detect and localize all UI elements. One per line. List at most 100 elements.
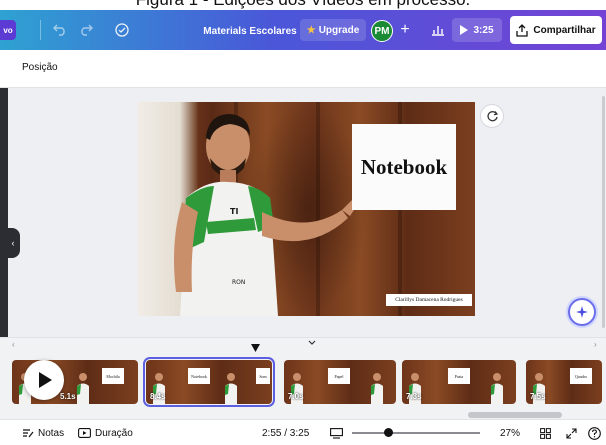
fit-screen-button[interactable] [330, 420, 347, 445]
thumbnail-card: Notebook [188, 368, 210, 384]
zoom-level-text: 27% [500, 427, 521, 439]
thumbnail-card-text: Mochila [106, 373, 120, 379]
invite-button[interactable]: + [396, 20, 414, 40]
avatar[interactable]: PM [371, 20, 393, 42]
clip-duration: 7.0s [288, 392, 304, 401]
thumbnail-card-text: Quadro [575, 373, 587, 379]
canvas-area: ‹ TI RON Notebook Clarillys Damacena Rod… [0, 88, 606, 337]
zoom-level[interactable]: 27% [500, 420, 520, 445]
present-play-button[interactable]: 3:25 [452, 18, 502, 42]
upgrade-button[interactable]: ★ Upgrade [300, 19, 366, 41]
thumbnail-card: Som [256, 368, 270, 384]
home-menu-label: vo [3, 25, 13, 35]
plus-icon: + [400, 21, 410, 38]
thumbnail-card: Pasta [448, 368, 470, 384]
thumbnail-card: Quadro [570, 368, 592, 384]
editor-window: Figura 1 - Edições dos Vídeos em process… [0, 0, 606, 445]
notes-icon [23, 429, 34, 438]
sparkle-icon [576, 306, 588, 318]
play-icon [460, 25, 469, 35]
clip-duration: 8.4s [150, 392, 166, 401]
redo-icon [81, 24, 93, 36]
bottom-bar: Notas Duração 2:55 / 3:25 27% [0, 419, 606, 445]
notebook-card[interactable]: Notebook [352, 124, 456, 210]
screen-icon [330, 427, 343, 439]
canvas-scrollbar[interactable] [602, 96, 605, 328]
slide-canvas[interactable]: TI RON Notebook Clarillys Damacena Rodri… [138, 102, 475, 316]
jersey-text: TI [230, 207, 238, 216]
help-icon [588, 426, 601, 440]
video-play-icon [78, 428, 91, 438]
chevron-left-icon: ‹ [11, 238, 15, 248]
thumbnail-card-text: Pasta [454, 373, 464, 379]
duration-button[interactable]: Duração [78, 420, 133, 445]
crown-icon: ★ [306, 24, 316, 36]
share-label: Compartilhar [533, 24, 596, 36]
help-button[interactable] [588, 420, 605, 445]
fullscreen-button[interactable] [566, 420, 581, 445]
timeline-play-button[interactable] [24, 360, 64, 400]
insights-button[interactable] [424, 18, 452, 42]
undo-button[interactable] [50, 20, 70, 40]
side-panel-edge [0, 88, 8, 337]
notes-label: Notas [38, 427, 65, 439]
thumbnail-card-text: Som [259, 373, 267, 379]
grid-view-button[interactable] [540, 420, 555, 445]
timeline-clip[interactable]: Pasta 7.3s [402, 360, 516, 404]
position-button[interactable]: Posição [22, 62, 58, 73]
upgrade-label: Upgrade [318, 24, 360, 36]
document-title[interactable]: Materials Escolares [190, 22, 310, 40]
person-thumbnail [491, 373, 503, 404]
clip-duration: 7.3s [406, 392, 422, 401]
notebook-card-text: Notebook [360, 154, 448, 179]
figure-caption: Figura 1 - Edições dos Vídeos em process… [0, 0, 606, 10]
scroll-right-icon[interactable]: › [594, 340, 597, 349]
timeline-clip-selected[interactable]: Notebook Som 8.4s [143, 357, 275, 407]
jersey-text-lower: RON [232, 279, 245, 286]
zoom-slider-track[interactable] [352, 428, 480, 437]
top-bar: vo Materials Escolares ★ Upgrade PM + 3:… [0, 10, 606, 50]
expand-icon [566, 427, 577, 439]
redo-button[interactable] [76, 20, 96, 40]
share-button[interactable]: Compartilhar [510, 16, 602, 44]
zoom-slider-knob[interactable] [384, 428, 393, 437]
undo-icon [53, 24, 65, 36]
toolbar-divider [40, 20, 41, 40]
zoom-slider[interactable] [352, 420, 480, 445]
notes-button[interactable]: Notas [22, 420, 64, 445]
person-thumbnail [371, 373, 383, 404]
playhead-marker[interactable] [251, 344, 260, 352]
person-thumbnail [77, 373, 89, 404]
avatar-initials: PM [374, 25, 390, 37]
document-title-text: Materials Escolares [203, 25, 297, 37]
person-thumbnail [225, 373, 237, 404]
timeline-scrollbar-thumb[interactable] [468, 412, 562, 418]
playback-time: 2:55 / 3:25 [262, 420, 309, 445]
magic-assistant-button[interactable] [568, 298, 596, 326]
save-status-button[interactable] [112, 20, 132, 40]
thumbnail-card: Papel [328, 368, 350, 384]
stats-icon [432, 26, 444, 36]
playback-time-text: 2:55 / 3:25 [262, 427, 310, 439]
rotate-icon [486, 110, 498, 121]
collapse-timeline-button[interactable] [300, 336, 324, 348]
credit-text: Clarillys Damacena Rodrigues [395, 297, 463, 303]
thumbnail-card-text: Papel [334, 373, 344, 379]
home-menu-button[interactable]: vo [0, 20, 16, 40]
credit-label[interactable]: Clarillys Damacena Rodrigues [386, 294, 472, 306]
thumbnail-card-text: Notebook [191, 373, 207, 379]
present-duration: 3:25 [473, 24, 494, 36]
timeline-clip[interactable]: Quadro 7.5s [526, 360, 602, 404]
refresh-button[interactable] [480, 104, 504, 128]
duration-label: Duração [95, 427, 133, 439]
clip-duration: 7.5s [530, 392, 546, 401]
timeline-clip[interactable]: Papel 7.0s [284, 360, 396, 404]
grid-icon [540, 427, 551, 439]
play-icon [39, 372, 52, 388]
collapse-panel-button[interactable]: ‹ [6, 228, 20, 258]
scroll-left-icon[interactable]: ‹ [12, 340, 15, 349]
thumbnail-card: Mochila [102, 368, 124, 384]
context-toolbar: Posição [0, 50, 606, 88]
figure-caption-text: Figura 1 - Edições dos Vídeos em process… [0, 0, 606, 10]
clip-duration: 5.1s [60, 392, 76, 401]
